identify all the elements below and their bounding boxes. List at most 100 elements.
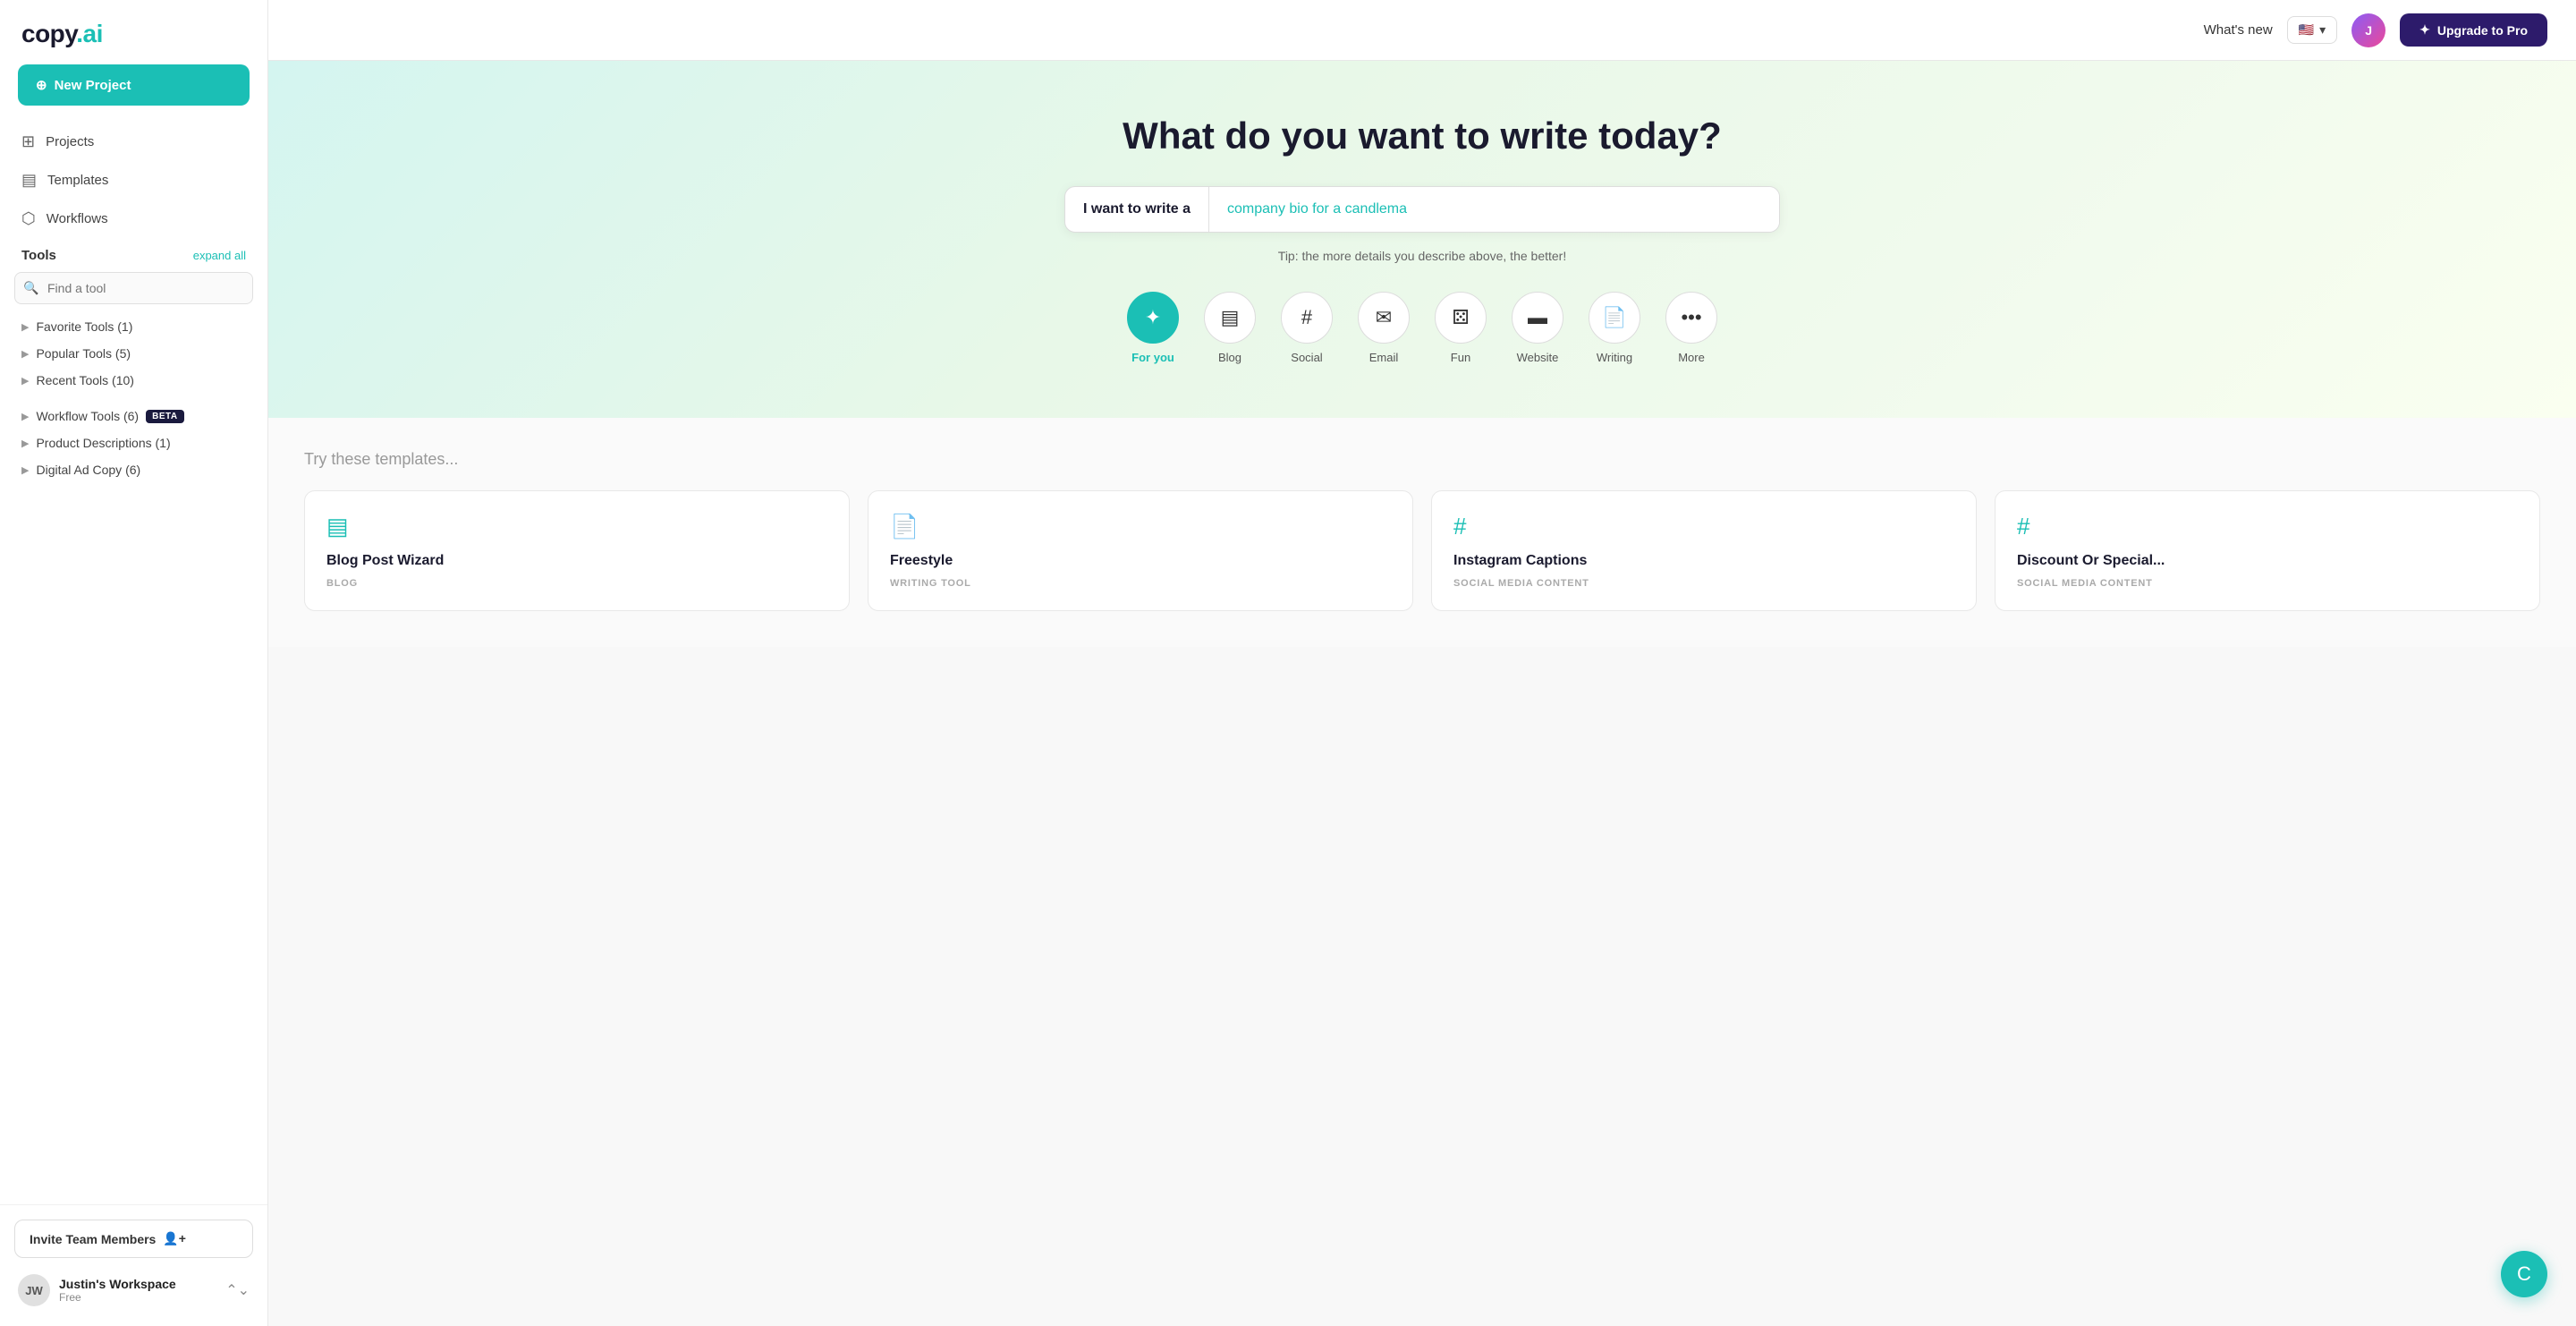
template-freestyle-category: WRITING TOOL [890,578,1391,589]
whats-new-link[interactable]: What's new [2204,22,2273,38]
tool-category-product[interactable]: ▶ Product Descriptions (1) [14,429,253,456]
social-icon: # [1281,292,1333,344]
template-instagram-name: Instagram Captions [1453,553,1954,569]
chevron-icon: ▶ [21,348,29,360]
flag-icon: 🇺🇸 [2299,22,2314,38]
logo: copy.ai [0,0,267,64]
tab-writing[interactable]: 📄 Writing [1589,292,1640,364]
template-discount-name: Discount Or Special... [2017,553,2518,569]
templates-title: Try these templates... [304,450,2540,469]
workspace-info: Justin's Workspace Free [59,1277,216,1304]
template-blog-name: Blog Post Wizard [326,553,827,569]
template-card-freestyle[interactable]: 📄 Freestyle WRITING TOOL [868,490,1413,611]
template-instagram-category: SOCIAL MEDIA CONTENT [1453,578,1954,589]
tool-category-digital[interactable]: ▶ Digital Ad Copy (6) [14,456,253,483]
templates-section: Try these templates... ▤ Blog Post Wizar… [268,418,2576,647]
language-selector[interactable]: 🇺🇸 ▾ [2287,16,2337,44]
tool-category-recent[interactable]: ▶ Recent Tools (10) [14,367,253,394]
tools-label: Tools [21,248,56,263]
chevron-icon: ▶ [21,375,29,387]
tab-blog[interactable]: ▤ Blog [1204,292,1256,364]
email-label: Email [1369,351,1399,364]
website-label: Website [1517,351,1559,364]
workspace-row[interactable]: JW Justin's Workspace Free ⌃⌄ [14,1269,253,1312]
template-discount-category: SOCIAL MEDIA CONTENT [2017,578,2518,589]
write-label: I want to write a [1065,187,1209,232]
templates-grid: ▤ Blog Post Wizard BLOG 📄 Freestyle WRIT… [304,490,2540,611]
topbar: What's new 🇺🇸 ▾ J ✦ Upgrade to Pro [268,0,2576,61]
tab-website[interactable]: ▬ Website [1512,292,1563,364]
template-card-blog-post-wizard[interactable]: ▤ Blog Post Wizard BLOG [304,490,850,611]
diamond-icon: ✦ [2419,22,2430,38]
email-icon: ✉ [1358,292,1410,344]
chevron-down-icon: ▾ [2319,22,2326,38]
blog-label: Blog [1218,351,1241,364]
beta-badge: BETA [146,410,183,423]
tab-more[interactable]: ••• More [1665,292,1717,364]
person-plus-icon: 👤+ [163,1231,186,1246]
category-tabs: ✦ For you ▤ Blog # Social ✉ Email ⚄ Fun [1127,292,1717,373]
sidebar-item-templates[interactable]: ▤ Templates [11,162,257,199]
tab-social[interactable]: # Social [1281,292,1333,364]
blog-icon: ▤ [1204,292,1256,344]
chevron-icon: ▶ [21,464,29,476]
hero-section: What do you want to write today? I want … [268,61,2576,418]
tool-category-popular[interactable]: ▶ Popular Tools (5) [14,340,253,367]
new-project-button[interactable]: ⊕ New Project [18,64,250,106]
main-content: What's new 🇺🇸 ▾ J ✦ Upgrade to Pro What … [268,0,2576,1326]
template-card-instagram[interactable]: # Instagram Captions SOCIAL MEDIA CONTEN… [1431,490,1977,611]
workflows-icon: ⬡ [21,209,36,228]
template-blog-icon: ▤ [326,513,827,540]
chevron-icon: ▶ [21,321,29,333]
tool-category-favorite[interactable]: ▶ Favorite Tools (1) [14,313,253,340]
sidebar-item-projects[interactable]: ⊞ Projects [11,123,257,160]
workspace-avatar: JW [18,1274,50,1306]
tools-list: ▶ Favorite Tools (1) ▶ Popular Tools (5)… [0,313,267,483]
search-icon: 🔍 [23,281,38,296]
sidebar-nav: ⊞ Projects ▤ Templates ⬡ Workflows [0,123,267,239]
expand-all-link[interactable]: expand all [193,249,246,262]
fun-icon: ⚄ [1435,292,1487,344]
sidebar-footer: Invite Team Members 👤+ JW Justin's Works… [0,1204,267,1326]
more-label: More [1678,351,1705,364]
write-input-row: I want to write a [1064,186,1780,233]
search-box: 🔍 [14,272,253,304]
sidebar-item-workflows[interactable]: ⬡ Workflows [11,200,257,237]
tab-fun[interactable]: ⚄ Fun [1435,292,1487,364]
for-you-icon: ✦ [1127,292,1179,344]
template-blog-category: BLOG [326,578,827,589]
template-card-discount[interactable]: # Discount Or Special... SOCIAL MEDIA CO… [1995,490,2540,611]
tab-for-you[interactable]: ✦ For you [1127,292,1179,364]
social-label: Social [1291,351,1322,364]
projects-icon: ⊞ [21,132,35,151]
template-discount-icon: # [2017,513,2518,540]
invite-team-button[interactable]: Invite Team Members 👤+ [14,1220,253,1258]
sidebar: copy.ai ⊕ New Project ⊞ Projects ▤ Templ… [0,0,268,1326]
templates-icon: ▤ [21,171,37,190]
for-you-label: For you [1131,351,1174,364]
chevron-icon: ▶ [21,438,29,449]
upgrade-button[interactable]: ✦ Upgrade to Pro [2400,13,2547,47]
tab-email[interactable]: ✉ Email [1358,292,1410,364]
writing-icon: 📄 [1589,292,1640,344]
fun-label: Fun [1451,351,1470,364]
user-avatar-button[interactable]: J [2351,13,2385,47]
tool-category-workflow[interactable]: ▶ Workflow Tools (6) BETA [14,403,253,429]
hero-title: What do you want to write today? [1123,115,1722,157]
website-icon: ▬ [1512,292,1563,344]
chat-fab-button[interactable]: C [2501,1251,2547,1297]
writing-label: Writing [1597,351,1632,364]
chat-icon: C [2517,1262,2531,1286]
template-instagram-icon: # [1453,513,1954,540]
plus-icon: ⊕ [36,77,47,93]
write-input[interactable] [1209,187,1779,232]
tip-text: Tip: the more details you describe above… [1278,249,1566,263]
chevron-icon: ▶ [21,411,29,422]
chevron-updown-icon: ⌃⌄ [225,1281,250,1299]
logo-text: copy.ai [21,20,103,47]
template-freestyle-name: Freestyle [890,553,1391,569]
more-icon: ••• [1665,292,1717,344]
template-freestyle-icon: 📄 [890,513,1391,540]
search-input[interactable] [14,272,253,304]
tools-header: Tools expand all [0,239,267,268]
